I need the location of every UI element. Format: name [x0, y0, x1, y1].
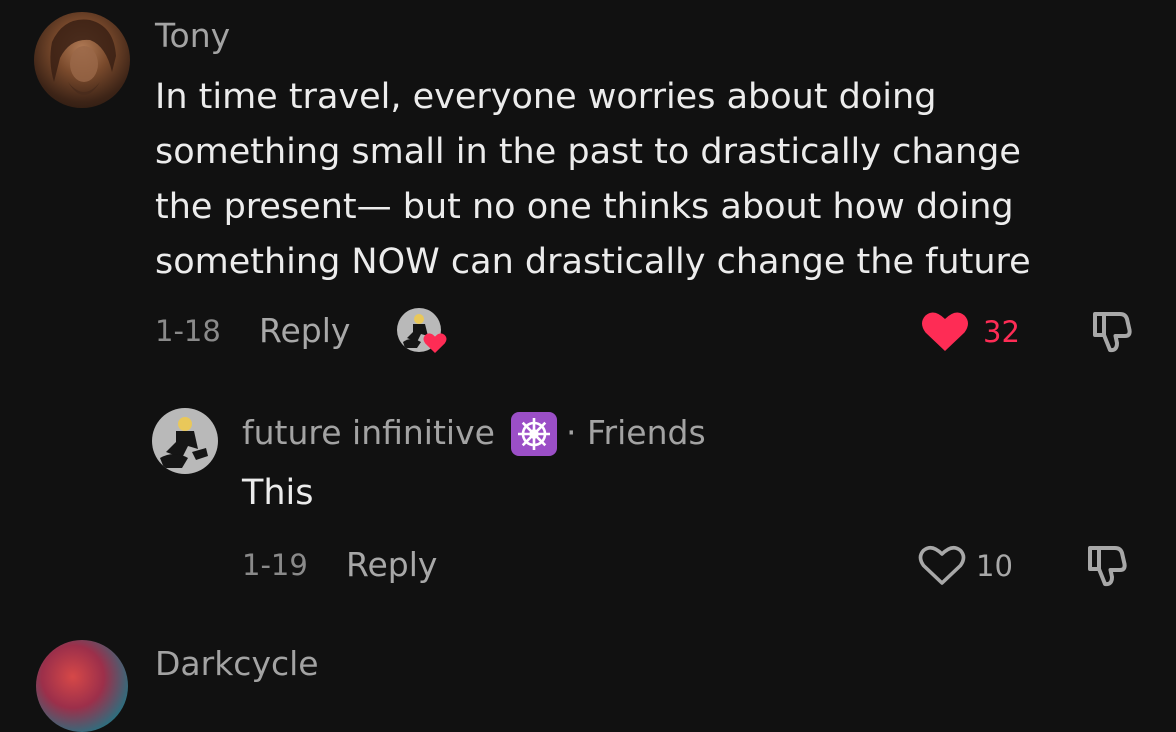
- dharma-wheel-icon: [511, 412, 557, 456]
- dislike-icon[interactable]: [1087, 310, 1135, 356]
- comment-text-line: something NOW can drastically change the…: [155, 242, 1031, 282]
- like-count: 32: [983, 315, 1020, 349]
- heart-outline-icon: [918, 545, 966, 585]
- heart-icon: [423, 333, 447, 353]
- reply-date: 1-19: [242, 548, 308, 582]
- comment-date: 1-18: [155, 314, 221, 348]
- heart-filled-icon: [922, 312, 968, 351]
- comment-text: In time travel, everyone worries about d…: [155, 70, 1031, 290]
- creator-liked-badge: [397, 308, 449, 356]
- avatar[interactable]: [152, 408, 218, 474]
- like-button[interactable]: 10: [918, 544, 1028, 588]
- like-button[interactable]: 32: [921, 310, 1031, 354]
- reply-button[interactable]: Reply: [346, 545, 437, 585]
- comment-text-line: the present— but no one thinks about how…: [155, 187, 1014, 227]
- comment-text-line: something small in the past to drastical…: [155, 132, 1021, 172]
- reply-username[interactable]: future infinitive: [242, 413, 495, 453]
- reply-button[interactable]: Reply: [259, 311, 350, 351]
- like-count: 10: [976, 549, 1013, 583]
- avatar[interactable]: [36, 640, 128, 732]
- comment-username[interactable]: Darkcycle: [155, 644, 319, 684]
- comment-username[interactable]: Tony: [155, 16, 230, 56]
- dislike-icon[interactable]: [1082, 544, 1130, 590]
- reply-text: This: [242, 473, 314, 513]
- comment-text-line: In time travel, everyone worries about d…: [155, 77, 937, 117]
- friend-relation-label: · Friends: [566, 413, 706, 452]
- avatar[interactable]: [34, 12, 130, 108]
